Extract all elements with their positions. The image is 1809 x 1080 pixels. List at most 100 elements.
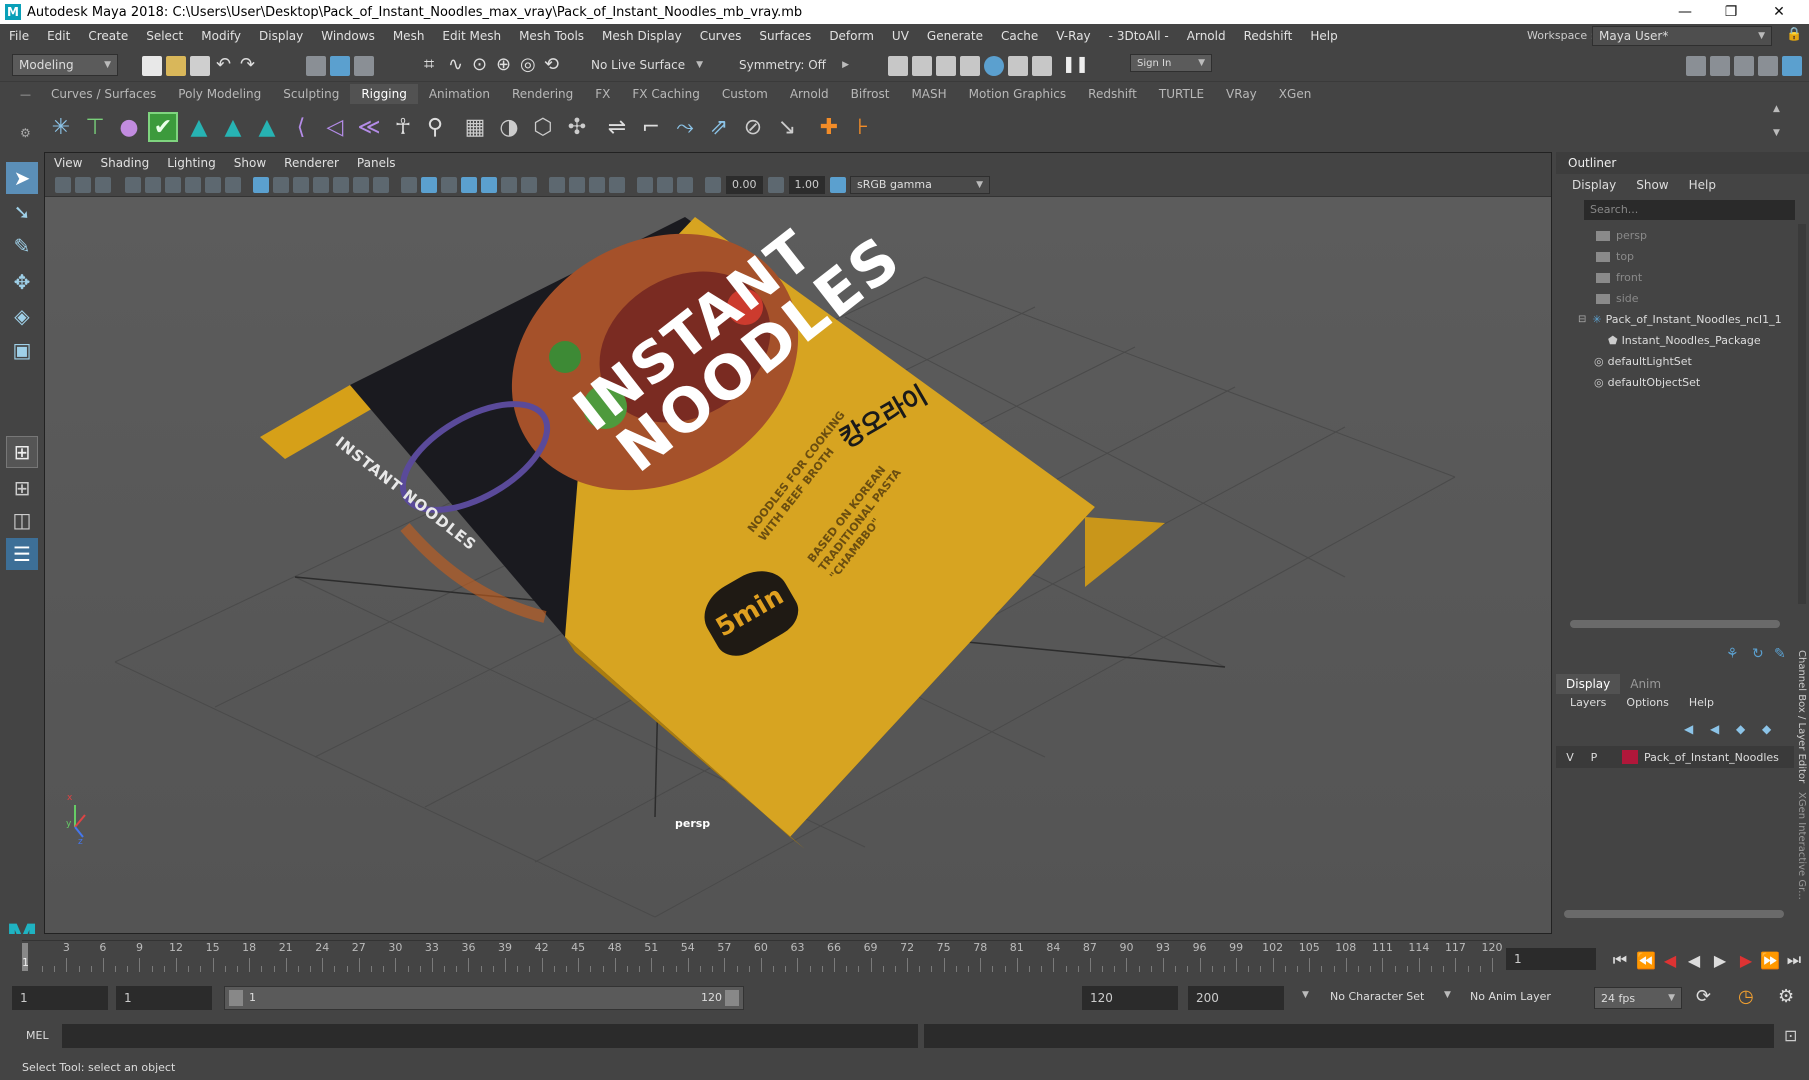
move-tool-icon[interactable]: ✥ bbox=[6, 266, 38, 298]
outliner-item-persp[interactable]: persp bbox=[1596, 226, 1647, 246]
outliner-item-default-light-set[interactable]: ◎ defaultLightSet bbox=[1594, 352, 1692, 372]
render-frame-icon[interactable] bbox=[888, 56, 908, 76]
select-tool-icon[interactable]: ➤ bbox=[6, 162, 38, 194]
go-to-end-icon[interactable]: ⏭ bbox=[1784, 950, 1804, 970]
viewport-menu-view[interactable]: View bbox=[45, 156, 91, 170]
isolate-select-icon[interactable] bbox=[637, 176, 653, 193]
menu-vray[interactable]: V-Ray bbox=[1047, 29, 1099, 43]
outliner-menu-show[interactable]: Show bbox=[1626, 178, 1678, 192]
menu-uv[interactable]: UV bbox=[883, 29, 918, 43]
menu-edit[interactable]: Edit bbox=[38, 29, 79, 43]
screen-space-ao-icon[interactable] bbox=[549, 176, 565, 193]
menu-deform[interactable]: Deform bbox=[820, 29, 883, 43]
shelf-tab-rigging[interactable]: Rigging bbox=[350, 84, 418, 104]
gamma-field[interactable]: 1.00 bbox=[788, 175, 825, 194]
range-end-handle[interactable] bbox=[725, 990, 739, 1006]
two-d-pan-icon[interactable] bbox=[145, 176, 161, 193]
cam-bookmark-icon[interactable] bbox=[185, 176, 201, 193]
new-empty-layer-icon[interactable]: ◆ bbox=[1736, 722, 1745, 736]
render-view-icon[interactable] bbox=[1008, 56, 1028, 76]
layer-editor-edit-icon[interactable]: ✎ bbox=[1774, 646, 1786, 662]
scale-constraint-icon[interactable]: ⇗ bbox=[704, 112, 734, 142]
ik-spline-icon[interactable]: ≪ bbox=[354, 112, 384, 142]
tool-settings-icon[interactable] bbox=[1758, 56, 1778, 76]
attribute-editor-icon[interactable] bbox=[1734, 56, 1754, 76]
gate-mask-icon[interactable] bbox=[313, 176, 329, 193]
gamma-icon[interactable] bbox=[767, 176, 784, 193]
layer-visibility-toggle[interactable]: V bbox=[1560, 751, 1580, 764]
paint-select-tool-icon[interactable]: ✎ bbox=[6, 230, 38, 262]
layer-color-swatch[interactable] bbox=[1622, 750, 1638, 764]
hik-icon[interactable]: ▲ bbox=[184, 112, 214, 142]
menu-edit-mesh[interactable]: Edit Mesh bbox=[433, 29, 510, 43]
menu-curves[interactable]: Curves bbox=[691, 29, 751, 43]
layer-row[interactable]: V P Pack_of_Instant_Noodles bbox=[1556, 746, 1794, 768]
move-layer-up-icon[interactable]: ◀ bbox=[1684, 722, 1693, 736]
redo-icon[interactable]: ↷ bbox=[240, 54, 255, 75]
outliner-menu-help[interactable]: Help bbox=[1679, 178, 1726, 192]
layer-menu-options[interactable]: Options bbox=[1616, 696, 1678, 709]
collapse-icon[interactable]: ⊟ bbox=[1578, 310, 1586, 330]
viewport-menu-shading[interactable]: Shading bbox=[91, 156, 158, 170]
smooth-shade-icon[interactable] bbox=[421, 176, 437, 193]
color-space-dropdown[interactable]: sRGB gamma ▼ bbox=[850, 175, 990, 194]
parent-constraint-icon[interactable]: ⊘ bbox=[738, 112, 768, 142]
select-component-icon[interactable] bbox=[354, 56, 374, 76]
snap-live-icon[interactable]: ⟲ bbox=[544, 54, 559, 75]
menu-redshift[interactable]: Redshift bbox=[1235, 29, 1302, 43]
render-settings-icon[interactable] bbox=[960, 56, 980, 76]
point-constraint-icon[interactable]: ⇌ bbox=[602, 112, 632, 142]
shelf-scroll-down-icon[interactable]: ▼ bbox=[1773, 128, 1780, 138]
motion-blur-icon[interactable] bbox=[569, 176, 585, 193]
outliner-item-default-object-set[interactable]: ◎ defaultObjectSet bbox=[1594, 373, 1700, 393]
grease-pencil-icon[interactable] bbox=[165, 176, 181, 193]
channel-box-tab[interactable]: Channel Box / Layer Editor bbox=[1796, 650, 1807, 783]
snap-grid-icon[interactable]: ⌗ bbox=[424, 54, 434, 75]
select-hierarchy-icon[interactable] bbox=[306, 56, 326, 76]
close-button[interactable]: ✕ bbox=[1756, 0, 1802, 24]
wrap-icon[interactable]: ⬡ bbox=[528, 112, 558, 142]
shelf-tab-mash[interactable]: MASH bbox=[900, 84, 957, 104]
modeling-toolkit-icon[interactable] bbox=[1686, 56, 1706, 76]
xgen-tab[interactable]: XGen Interactive Gr... bbox=[1796, 792, 1807, 900]
menu-arnold[interactable]: Arnold bbox=[1178, 29, 1235, 43]
animation-start-field[interactable]: 1 bbox=[12, 986, 108, 1010]
lock-icon[interactable]: 🔒 bbox=[1786, 27, 1802, 42]
shelf-tab-poly-modeling[interactable]: Poly Modeling bbox=[167, 84, 272, 104]
menu-windows[interactable]: Windows bbox=[312, 29, 384, 43]
hik-control-icon[interactable]: ▲ bbox=[252, 112, 282, 142]
shelf-tab-fx-caching[interactable]: FX Caching bbox=[621, 84, 710, 104]
character-set-label[interactable]: No Character Set bbox=[1330, 990, 1424, 1003]
menu-cache[interactable]: Cache bbox=[992, 29, 1047, 43]
shadows-icon[interactable] bbox=[521, 176, 537, 193]
outliner-search-input[interactable]: Search... bbox=[1584, 200, 1795, 220]
quick-rig-icon[interactable]: ☥ bbox=[388, 112, 418, 142]
viewport-menu-renderer[interactable]: Renderer bbox=[275, 156, 348, 170]
move-layer-down-icon[interactable]: ◀ bbox=[1710, 722, 1719, 736]
snap-camera-icon[interactable] bbox=[205, 176, 221, 193]
shelf-tab-curves-surfaces[interactable]: Curves / Surfaces bbox=[40, 84, 167, 104]
four-view-layout-icon[interactable]: ⊞ bbox=[6, 472, 38, 504]
shelf-tab-sculpting[interactable]: Sculpting bbox=[272, 84, 350, 104]
xray-icon[interactable] bbox=[657, 176, 673, 193]
viewport-menu-panels[interactable]: Panels bbox=[348, 156, 405, 170]
wireframe-on-shaded-icon[interactable] bbox=[461, 176, 477, 193]
locator-icon[interactable]: ✚ bbox=[814, 112, 844, 142]
menu-help[interactable]: Help bbox=[1301, 29, 1346, 43]
orient-constraint-icon[interactable]: ⤳ bbox=[670, 112, 700, 142]
outliner-item-side[interactable]: side bbox=[1596, 289, 1639, 309]
hypershade-icon[interactable] bbox=[984, 56, 1004, 76]
shelf-tab-animation[interactable]: Animation bbox=[418, 84, 501, 104]
symmetry-dropdown[interactable]: Symmetry: Off ▶ bbox=[732, 54, 856, 76]
minimize-button[interactable]: — bbox=[1662, 0, 1708, 24]
rotate-tool-icon[interactable]: ◈ bbox=[6, 300, 38, 332]
resolution-gate-icon[interactable] bbox=[293, 176, 309, 193]
snap-point-icon[interactable]: ⊙ bbox=[472, 54, 487, 75]
workspace-dropdown[interactable]: Maya User* ▼ bbox=[1592, 26, 1772, 46]
render-sequence-icon[interactable] bbox=[912, 56, 932, 76]
layer-tab-anim[interactable]: Anim bbox=[1620, 674, 1671, 694]
menu-surfaces[interactable]: Surfaces bbox=[750, 29, 820, 43]
snap-surface-icon[interactable]: ◎ bbox=[520, 54, 536, 75]
script-editor-icon[interactable]: ⊡ bbox=[1784, 1026, 1797, 1045]
wireframe-icon[interactable] bbox=[401, 176, 417, 193]
